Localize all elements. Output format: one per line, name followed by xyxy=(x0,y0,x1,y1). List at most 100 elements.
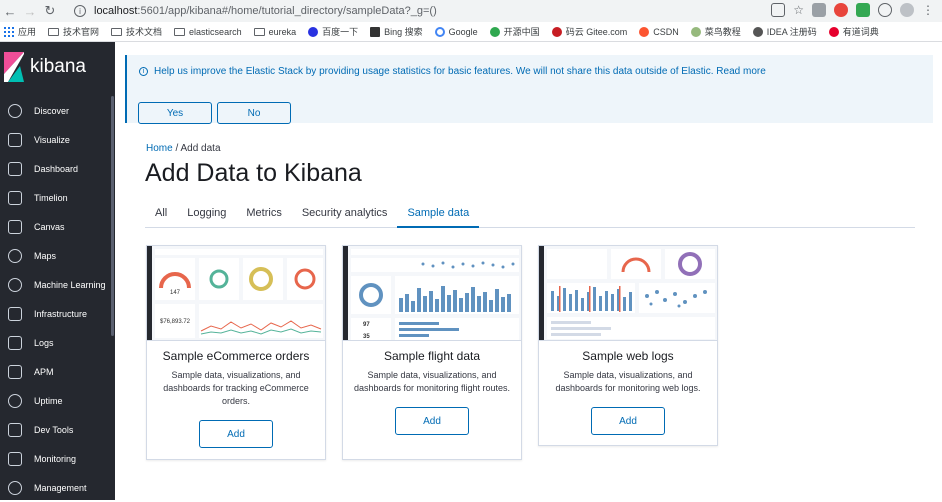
web-logs-thumbnail xyxy=(539,246,717,341)
add-ecommerce-button[interactable]: Add xyxy=(199,420,273,448)
site-info-icon[interactable]: i xyxy=(74,5,86,17)
url-host: localhost xyxy=(94,5,138,17)
sidebar-scrollbar[interactable] xyxy=(111,96,114,336)
nav-infrastructure[interactable]: Infrastructure xyxy=(0,299,115,328)
yes-button[interactable]: Yes xyxy=(138,102,212,124)
browser-toolbar: ← → ↻ i localhost:5601/app/kibana#/home/… xyxy=(0,0,942,22)
bookmark-star-icon[interactable]: ☆ xyxy=(793,3,804,17)
menu-dots-icon[interactable]: ⋮ xyxy=(922,3,934,17)
maps-icon xyxy=(8,248,22,263)
breadcrumb-current: Add data xyxy=(180,143,221,154)
ecommerce-thumbnail: 147 $76,893.72 xyxy=(147,246,325,341)
nav-logs[interactable]: Logs xyxy=(0,328,115,357)
breadcrumb-home-link[interactable]: Home xyxy=(146,143,173,154)
main-content: i Help us improve the Elastic Stack by p… xyxy=(115,42,942,500)
baidu-icon xyxy=(308,26,319,37)
add-web-logs-button[interactable]: Add xyxy=(591,407,665,435)
bookmark-baidu[interactable]: 百度一下 xyxy=(308,25,358,38)
bookmarks-bar: 应用 技术官网 技术文档 elasticsearch eureka 百度一下 B… xyxy=(0,22,942,42)
idea-icon xyxy=(752,26,763,37)
nav-machine-learning[interactable]: Machine Learning xyxy=(0,270,115,299)
card-flights: 97 35 Sample flight data Sample data, vi… xyxy=(342,245,522,460)
bookmark-runoob[interactable]: 菜鸟教程 xyxy=(690,25,741,38)
visualize-icon xyxy=(8,132,22,147)
oschina-icon xyxy=(489,26,500,37)
compass-icon xyxy=(8,103,22,118)
bookmark-bing[interactable]: Bing 搜索 xyxy=(370,25,423,38)
extension-icon[interactable] xyxy=(878,3,892,17)
ecommerce-dashboard-preview: 147 $76,893.72 xyxy=(147,246,323,340)
nav-monitoring[interactable]: Monitoring xyxy=(0,444,115,473)
tab-logging[interactable]: Logging xyxy=(177,200,236,228)
folder-icon xyxy=(48,27,60,36)
csdn-icon xyxy=(639,26,650,37)
nav-timelion[interactable]: Timelion xyxy=(0,183,115,212)
extension-icon[interactable] xyxy=(834,3,848,17)
dashboard-icon xyxy=(8,161,22,176)
nav-dev-tools[interactable]: Dev Tools xyxy=(0,415,115,444)
back-arrow-icon[interactable]: ← xyxy=(0,1,20,21)
apps-grid-icon xyxy=(4,26,14,37)
canvas-icon xyxy=(8,219,22,234)
uptime-icon xyxy=(8,393,22,408)
nav-discover[interactable]: Discover xyxy=(0,96,115,125)
reload-icon[interactable]: ↻ xyxy=(40,1,60,21)
nav-maps[interactable]: Maps xyxy=(0,241,115,270)
shield-icon[interactable] xyxy=(856,3,870,17)
kibana-sidebar: kibana Discover Visualize Dashboard Time… xyxy=(0,42,115,500)
logs-icon xyxy=(8,335,22,350)
nav-canvas[interactable]: Canvas xyxy=(0,212,115,241)
flights-thumbnail: 97 35 xyxy=(343,246,521,341)
flights-dashboard-preview: 97 35 xyxy=(343,246,519,340)
bookmark-folder[interactable]: 技术官网 xyxy=(48,25,99,38)
nav-visualize[interactable]: Visualize xyxy=(0,125,115,154)
card-title: Sample web logs xyxy=(582,349,674,363)
nav-management[interactable]: Management xyxy=(0,473,115,502)
tab-bar: All Logging Metrics Security analytics S… xyxy=(145,200,915,228)
card-description: Sample data, visualizations, and dashboa… xyxy=(353,370,511,393)
tab-security-analytics[interactable]: Security analytics xyxy=(292,200,398,228)
bookmark-idea[interactable]: IDEA 注册码 xyxy=(752,25,817,38)
bookmark-youdao[interactable]: 有道词典 xyxy=(828,25,879,38)
bookmark-folder[interactable]: elasticsearch xyxy=(174,27,242,37)
forward-arrow-icon[interactable]: → xyxy=(20,1,40,21)
info-icon: i xyxy=(139,67,148,76)
no-button[interactable]: No xyxy=(217,102,291,124)
tab-metrics[interactable]: Metrics xyxy=(236,200,291,228)
url-path: :5601/app/kibana#/home/tutorial_director… xyxy=(137,5,437,17)
kibana-logo[interactable]: kibana xyxy=(0,42,115,92)
card-title: Sample flight data xyxy=(383,349,481,363)
extension-icon[interactable] xyxy=(812,3,826,17)
card-web-logs: Sample web logs Sample data, visualizati… xyxy=(538,245,718,446)
bookmark-apps[interactable]: 应用 xyxy=(4,25,36,38)
youdao-icon xyxy=(828,26,839,37)
tab-sample-data[interactable]: Sample data xyxy=(397,200,480,228)
translate-icon[interactable] xyxy=(771,3,786,17)
nav-apm[interactable]: APM xyxy=(0,357,115,386)
card-description: Sample data, visualizations, and dashboa… xyxy=(163,370,309,406)
nav-uptime[interactable]: Uptime xyxy=(0,386,115,415)
card-ecommerce: 147 $76,893.72 Sample eCommerce orders S… xyxy=(146,245,326,460)
infrastructure-icon xyxy=(8,306,22,321)
avatar-icon[interactable] xyxy=(900,3,914,17)
flights-stat-top: 97 xyxy=(363,322,370,328)
bookmark-folder[interactable]: 技术文档 xyxy=(111,25,162,38)
bookmark-csdn[interactable]: CSDN xyxy=(639,26,679,37)
add-flights-button[interactable]: Add xyxy=(395,407,469,435)
bookmark-oschina[interactable]: 开源中国 xyxy=(489,25,540,38)
breadcrumb: Home / Add data xyxy=(146,143,221,154)
tab-all[interactable]: All xyxy=(145,200,177,228)
nav-dashboard[interactable]: Dashboard xyxy=(0,154,115,183)
callout-message: Help us improve the Elastic Stack by pro… xyxy=(154,66,766,77)
timelion-icon xyxy=(8,190,22,205)
sample-data-cards: 147 $76,893.72 Sample eCommerce orders S… xyxy=(146,245,718,460)
bookmark-google[interactable]: Google xyxy=(434,26,478,37)
bookmark-gitee[interactable]: 码云 Gitee.com xyxy=(551,25,627,38)
address-bar[interactable]: i localhost:5601/app/kibana#/home/tutori… xyxy=(68,2,804,20)
card-title: Sample eCommerce orders xyxy=(162,349,310,363)
bookmark-folder[interactable]: eureka xyxy=(253,27,296,37)
machine-learning-icon xyxy=(8,277,22,292)
card-description: Sample data, visualizations, and dashboa… xyxy=(555,370,701,393)
flights-stat-bottom: 35 xyxy=(363,334,370,340)
page-title: Add Data to Kibana xyxy=(145,159,362,187)
